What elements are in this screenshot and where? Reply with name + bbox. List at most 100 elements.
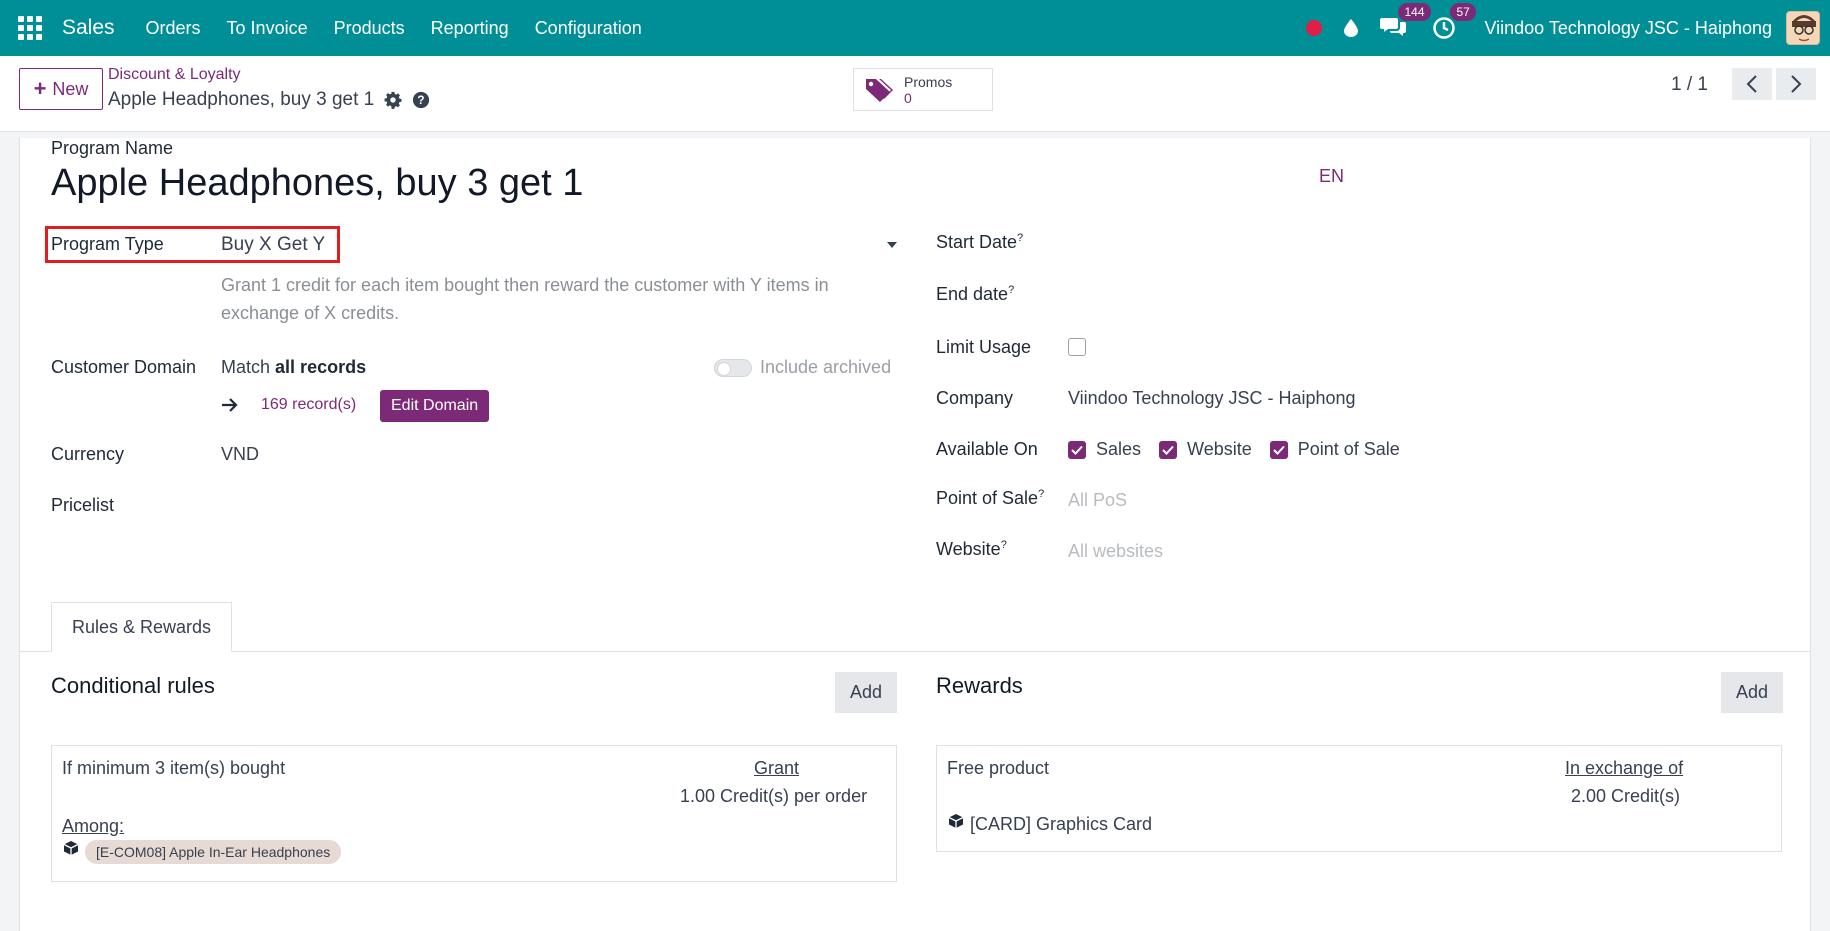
domain-match-bold: all records [275,357,367,377]
company-value[interactable]: Viindoo Technology JSC - Haiphong [1068,388,1356,409]
help-icon[interactable]: ? [412,91,430,109]
menu-reporting[interactable]: Reporting [418,18,522,39]
tags-icon [866,78,893,102]
activities-button[interactable]: 57 [1432,3,1476,40]
rule-product-chip[interactable]: [E-COM08] Apple In-Ear Headphones [85,840,342,864]
program-name-label: Program Name [51,138,174,158]
start-date-label-text: Start Date [936,232,1018,252]
point-of-sale-label: Point of Sale [1297,439,1400,459]
pager-value[interactable]: 1 / 1 [1671,74,1708,96]
gear-icon[interactable] [384,91,402,109]
add-reward-button[interactable]: Add [1721,672,1783,713]
help-mark: ? [1000,539,1007,551]
available-on-group: Sales Website Point of Sale [1068,439,1400,460]
help-mark: ? [1038,488,1045,500]
chevron-left-icon [1746,75,1757,93]
customer-domain-label: Customer Domain [51,357,197,377]
pos-input[interactable]: All PoS [1068,490,1127,511]
control-panel: + New Discount & Loyalty Apple Headphone… [0,56,1830,132]
breadcrumb-current: Apple Headphones, buy 3 get 1 ? [108,89,430,111]
rule-grant-label: Grant [754,758,800,778]
chevron-right-icon [1791,75,1802,93]
check-icon [1162,445,1174,455]
edit-domain-button[interactable]: Edit Domain [380,390,490,422]
records-count-link[interactable]: 169 record(s) [261,396,356,414]
check-icon [1273,445,1285,455]
add-rule-button[interactable]: Add [835,672,897,713]
new-button[interactable]: + New [19,68,103,110]
drop-icon[interactable] [1344,19,1359,37]
domain-match-text: Match all records [221,357,366,378]
user-avatar[interactable] [1786,11,1820,45]
program-type-select[interactable]: Buy X Get Y [221,234,325,256]
domain-match-prefix: Match [221,357,271,377]
rule-condition: If minimum 3 item(s) bought [62,758,286,778]
rule-card[interactable]: If minimum 3 item(s) bought Grant 1.00 C… [51,745,897,882]
menu-to-invoice[interactable]: To Invoice [214,18,321,39]
menu-orders[interactable]: Orders [133,18,214,39]
reward-product: [CARD] Graphics Card [970,814,1153,834]
promos-count: 0 [904,89,912,106]
cube-icon [948,814,964,828]
rule-grant-value: 1.00 Credit(s) per order [680,786,868,806]
website-label: Website [1187,439,1252,459]
dropdown-caret-icon[interactable] [887,242,897,248]
help-mark: ? [1017,232,1024,244]
reward-exchange-value: 2.00 Credit(s) [1571,786,1681,806]
include-archived-label: Include archived [760,357,892,377]
tabs-divider [20,651,1810,652]
app-brand[interactable]: Sales [62,16,115,40]
reward-exchange-label: In exchange of [1565,758,1684,778]
available-on-label: Available On [936,439,1038,459]
menu-products[interactable]: Products [321,18,418,39]
check-icon [1071,445,1083,455]
website-checkbox[interactable] [1159,440,1178,459]
arrow-right-icon [222,398,238,412]
svg-text:?: ? [418,94,425,107]
promos-label: Promos [904,73,953,90]
messages-count-badge: 144 [1398,3,1431,21]
rule-among-label: Among: [62,816,125,836]
point-of-sale-checkbox[interactable] [1269,440,1288,459]
clock-icon [1433,17,1456,39]
language-button[interactable]: EN [1319,166,1344,187]
rewards-title: Rewards [936,673,1023,698]
company-switcher[interactable]: Viindoo Technology JSC - Haiphong [1484,18,1772,39]
limit-usage-checkbox[interactable] [1068,338,1086,356]
sales-checkbox[interactable] [1068,440,1086,459]
reward-type: Free product [947,758,1050,778]
website-field-label: Website? [936,539,1007,560]
form-sheet: Program Name Apple Headphones, buy 3 get… [19,138,1811,931]
pricelist-label: Pricelist [51,495,115,515]
website-input[interactable]: All websites [1068,541,1163,562]
end-date-label: End date? [936,284,1014,305]
activities-count-badge: 57 [1450,3,1476,21]
company-label: Company [936,388,1014,408]
systray: 144 57 Viindoo Technology JSC - Haiphong [1306,0,1830,56]
reward-card[interactable]: Free product In exchange of 2.00 Credit(… [936,745,1782,852]
include-archived-toggle[interactable] [714,359,752,377]
plus-icon: + [33,76,47,101]
program-name-input[interactable]: Apple Headphones, buy 3 get 1 [51,162,583,205]
apps-menu-icon[interactable] [16,14,44,42]
messages-button[interactable]: 144 [1380,3,1431,40]
currency-value[interactable]: VND [221,444,259,465]
promos-smart-button[interactable]: Promos 0 [853,68,993,111]
menu-configuration[interactable]: Configuration [522,18,655,39]
limit-usage-label: Limit Usage [936,337,1032,357]
new-button-label: New [52,78,89,99]
tab-rules-rewards[interactable]: Rules & Rewards [51,602,232,652]
recording-icon[interactable] [1306,20,1323,36]
pager-previous-button[interactable] [1732,68,1772,100]
pos-label-text: Point of Sale [936,488,1039,508]
top-navbar: Sales Orders To Invoice Products Reporti… [0,0,1830,56]
website-field-label-text: Website [936,539,1001,559]
end-date-label-text: End date [936,284,1009,304]
pager-next-button[interactable] [1776,68,1816,100]
program-type-help: Grant 1 credit for each item bought then… [221,271,829,327]
main-menu: Orders To Invoice Products Reporting Con… [133,18,655,39]
breadcrumb-parent[interactable]: Discount & Loyalty [108,66,241,84]
sales-label: Sales [1096,439,1142,459]
program-type-label: Program Type [51,234,164,254]
currency-label: Currency [51,444,125,464]
